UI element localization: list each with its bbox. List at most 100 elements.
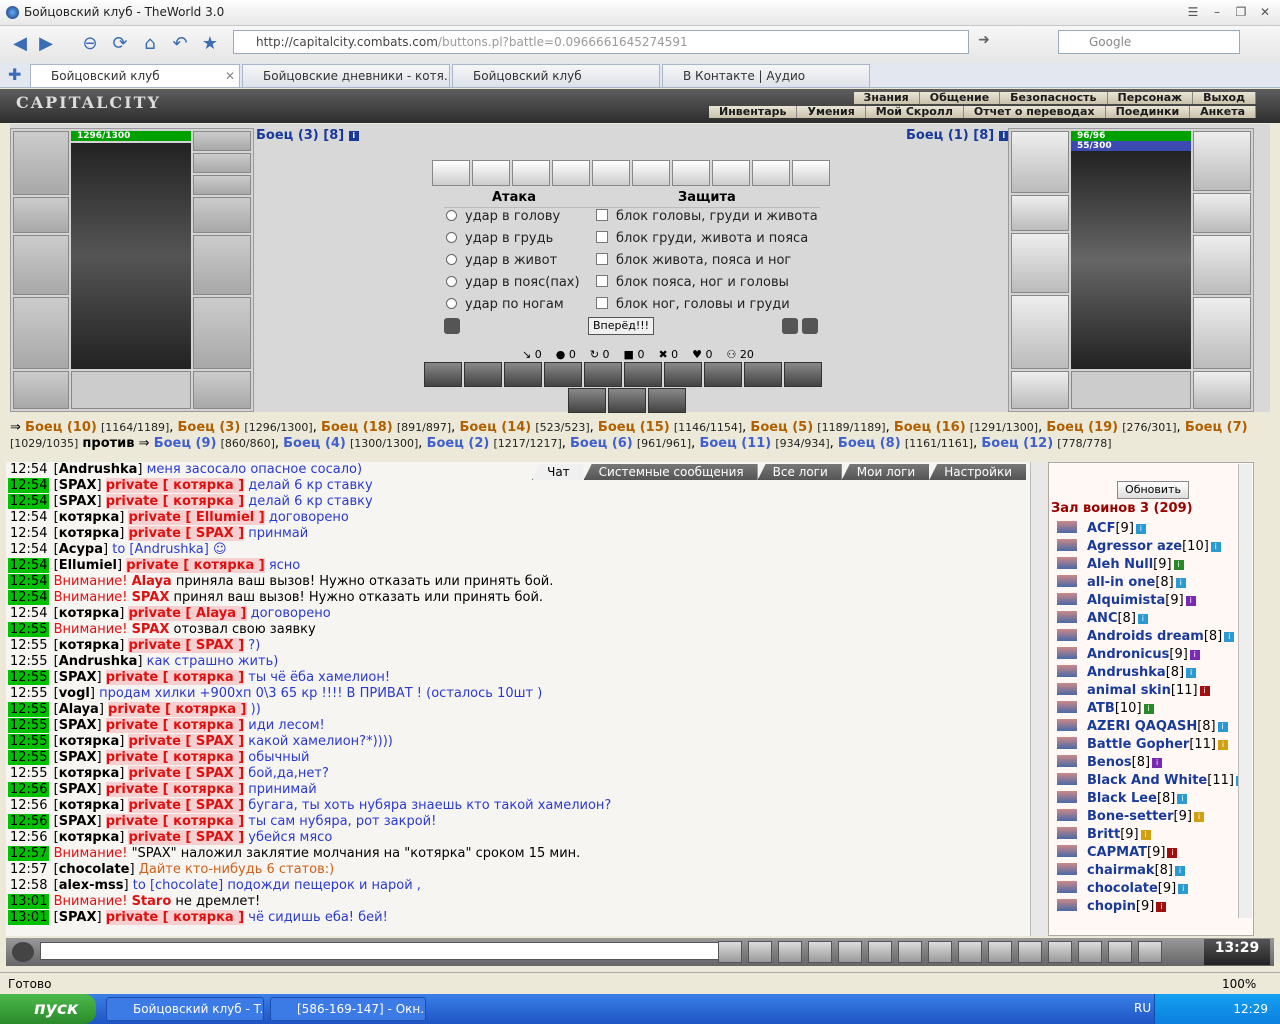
team-b-fighter[interactable]: Боец (12) bbox=[981, 436, 1053, 451]
filter-icon[interactable] bbox=[778, 941, 802, 963]
tab-4[interactable]: В Контакте | Аудио bbox=[662, 64, 870, 87]
chat-nick[interactable]: SPAX bbox=[132, 622, 170, 637]
battle-tab[interactable] bbox=[712, 160, 750, 186]
user-info-icon[interactable]: i bbox=[1210, 542, 1221, 552]
user-row[interactable]: ATB[10] i bbox=[1057, 701, 1154, 719]
radio-button[interactable] bbox=[446, 254, 457, 265]
site-menu-item[interactable]: Отчет о переводах bbox=[963, 106, 1106, 118]
user-info-icon[interactable]: i bbox=[1186, 668, 1197, 678]
block-option[interactable]: блок ног, головы и груди bbox=[596, 294, 818, 316]
user-name[interactable]: Britt bbox=[1087, 827, 1120, 842]
chat-nick[interactable]: SPAX bbox=[59, 494, 97, 509]
spell-slot[interactable] bbox=[464, 362, 502, 387]
user-name[interactable]: Agressor aze bbox=[1087, 539, 1182, 554]
user-info-icon[interactable]: i bbox=[1135, 524, 1146, 534]
private-target[interactable]: private [ SPAX ] bbox=[128, 798, 245, 813]
chat-nick[interactable]: vogl bbox=[59, 686, 90, 701]
block-radio[interactable] bbox=[596, 297, 608, 309]
user-row[interactable]: Black And White[11]i bbox=[1057, 773, 1246, 791]
users-scrollbar[interactable] bbox=[1238, 464, 1252, 918]
tab-1[interactable]: Бойцовский клуб ✕ bbox=[30, 64, 240, 87]
cancel-icon[interactable] bbox=[444, 318, 460, 334]
radio-button[interactable] bbox=[446, 210, 457, 221]
private-target[interactable]: private [ SPAX ] bbox=[128, 638, 245, 653]
chat-tab[interactable]: Мои логи bbox=[841, 464, 930, 480]
favorites-star-icon[interactable]: ★ bbox=[198, 33, 222, 55]
zoom-level[interactable]: 100% bbox=[1222, 973, 1256, 995]
private-target[interactable]: private [ SPAX ] bbox=[128, 734, 245, 749]
user-name[interactable]: chairmak bbox=[1087, 863, 1155, 878]
clan-icon[interactable] bbox=[1057, 737, 1077, 749]
clan-icon[interactable] bbox=[1057, 521, 1077, 533]
site-menu-item[interactable]: Анкета bbox=[1190, 106, 1256, 118]
legs-slot[interactable] bbox=[1193, 297, 1251, 369]
helmet-icon[interactable] bbox=[958, 941, 982, 963]
clan-icon[interactable] bbox=[1057, 881, 1077, 893]
user-info-icon[interactable]: i bbox=[1218, 740, 1228, 750]
user-info-icon[interactable]: i bbox=[1137, 614, 1148, 624]
team-a-fighter[interactable]: Боец (16) bbox=[894, 420, 966, 435]
battle-tab[interactable] bbox=[792, 160, 830, 186]
user-row[interactable]: animal skin[11] i bbox=[1057, 683, 1210, 701]
site-menu-item[interactable]: Безопасность bbox=[1000, 92, 1108, 104]
battle-tab[interactable] bbox=[632, 160, 670, 186]
runes-slot[interactable] bbox=[71, 371, 191, 409]
site-menu-item[interactable]: Мой Скролл bbox=[865, 106, 964, 118]
user-row[interactable]: Androids dream[8] i bbox=[1057, 629, 1235, 647]
sound-icon[interactable] bbox=[898, 941, 922, 963]
forward-icon[interactable]: ▶ bbox=[34, 33, 58, 55]
user-info-icon[interactable]: i bbox=[1185, 596, 1196, 606]
radio-button[interactable] bbox=[446, 298, 457, 309]
clan-icon[interactable] bbox=[1057, 899, 1077, 911]
chat-nick[interactable]: SPAX bbox=[59, 750, 97, 765]
site-menu-item[interactable]: Выход bbox=[1193, 92, 1256, 104]
chat-nick[interactable]: SPAX bbox=[59, 782, 97, 797]
go-arrow-icon[interactable]: ➜ bbox=[972, 32, 996, 52]
user-info-icon[interactable]: i bbox=[1224, 632, 1235, 642]
user-name[interactable]: chopin bbox=[1087, 899, 1136, 914]
chat-input[interactable] bbox=[40, 942, 720, 960]
user-row[interactable]: Bone-setter[9] i bbox=[1057, 809, 1204, 827]
close-button[interactable]: ✕ bbox=[1256, 4, 1274, 20]
chat-mode-icon[interactable] bbox=[12, 942, 34, 962]
runes-slot[interactable] bbox=[1071, 371, 1191, 409]
chat-nick[interactable]: Alaya bbox=[59, 702, 99, 717]
refresh-battle-icon[interactable] bbox=[782, 318, 798, 334]
chat-nick[interactable]: SPAX bbox=[59, 910, 97, 925]
user-name[interactable]: animal skin bbox=[1087, 683, 1171, 698]
team-a-fighter[interactable]: Боец (10) bbox=[25, 420, 97, 435]
private-target[interactable]: private [ котярка ] bbox=[105, 750, 245, 765]
battle-tab[interactable] bbox=[672, 160, 710, 186]
private-target[interactable]: private [ котярка ] bbox=[105, 478, 245, 493]
clan-icon[interactable] bbox=[1057, 809, 1077, 821]
private-target[interactable]: private [ котярка ] bbox=[126, 558, 265, 573]
chat-nick[interactable]: chocolate bbox=[59, 862, 130, 877]
chat-tab[interactable]: Чат bbox=[532, 464, 584, 480]
maximize-button[interactable]: ❐ bbox=[1232, 4, 1250, 20]
block-option[interactable]: блок пояса, ног и головы bbox=[596, 272, 818, 294]
user-info-icon[interactable]: i bbox=[1193, 812, 1204, 822]
forward-button[interactable]: Вперёд!!! bbox=[588, 317, 654, 335]
user-row[interactable]: AZERI QAQASH[8] i bbox=[1057, 719, 1228, 737]
bag-icon[interactable] bbox=[1078, 941, 1102, 963]
team-a-fighter[interactable]: Боец (18) bbox=[321, 420, 393, 435]
user-row[interactable]: Benos[8] i bbox=[1057, 755, 1163, 773]
taskbar-item-browser[interactable]: Бойцовский клуб - T... bbox=[106, 997, 264, 1021]
chat-scrollbar[interactable] bbox=[1030, 462, 1046, 936]
user-name[interactable]: all-in one bbox=[1087, 575, 1155, 590]
battle-tab[interactable] bbox=[512, 160, 550, 186]
user-info-icon[interactable]: i bbox=[1140, 830, 1151, 840]
skills-icon[interactable] bbox=[1048, 941, 1072, 963]
new-tab-icon[interactable]: ✚ bbox=[8, 65, 21, 84]
search-input[interactable]: Google bbox=[1058, 30, 1240, 54]
user-row[interactable]: Andrushka[8] i bbox=[1057, 665, 1197, 683]
clan-icon[interactable] bbox=[1057, 827, 1077, 839]
clan-icon[interactable] bbox=[1057, 863, 1077, 875]
chat-nick[interactable]: котярка bbox=[59, 510, 120, 525]
bracers-slot[interactable] bbox=[13, 197, 69, 233]
team-a-fighter[interactable]: Боец (19) bbox=[1046, 420, 1118, 435]
user-name[interactable]: Aleh Null bbox=[1087, 557, 1153, 572]
user-name[interactable]: ACF bbox=[1087, 521, 1115, 536]
weapon-slot[interactable] bbox=[1011, 233, 1069, 293]
belt-slot[interactable] bbox=[13, 371, 69, 409]
